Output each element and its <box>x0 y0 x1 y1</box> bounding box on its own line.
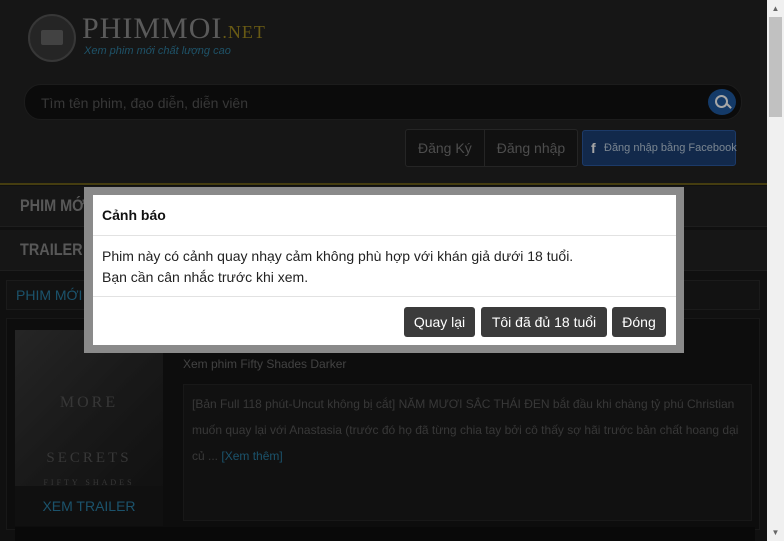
back-button[interactable]: Quay lại <box>404 307 475 337</box>
divider <box>93 235 676 236</box>
dialog-message: Phim này có cảnh quay nhạy cảm không phù… <box>102 248 574 264</box>
scroll-up-icon[interactable]: ▲ <box>767 0 784 17</box>
confirm-age-button[interactable]: Tôi đã đủ 18 tuổi <box>481 307 607 337</box>
divider <box>93 296 676 297</box>
scrollbar[interactable]: ▲ ▼ <box>767 0 784 541</box>
scrollbar-thumb[interactable] <box>769 17 782 117</box>
dialog-message: Bạn cần cân nhắc trước khi xem. <box>102 269 309 285</box>
close-button[interactable]: Đóng <box>612 307 666 337</box>
age-warning-dialog: Cảnh báo Phim này có cảnh quay nhạy cảm … <box>93 195 676 345</box>
scroll-down-icon[interactable]: ▼ <box>767 524 784 541</box>
dialog-title: Cảnh báo <box>102 207 166 223</box>
